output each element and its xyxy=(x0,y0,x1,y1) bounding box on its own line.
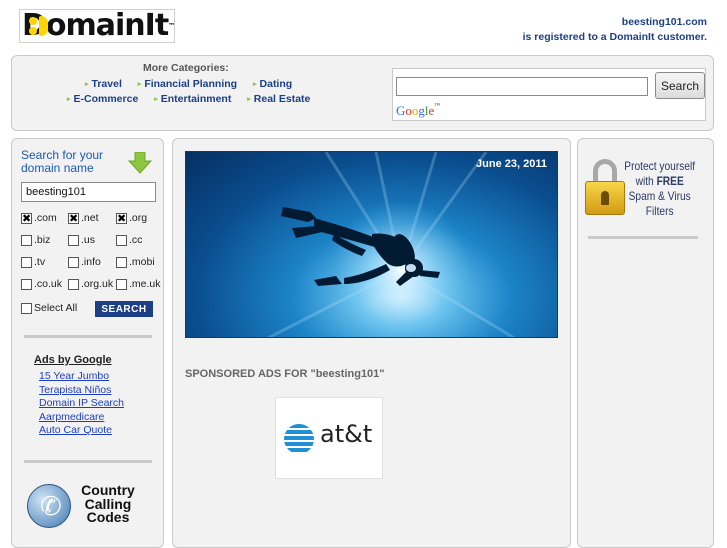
att-sponsored-ad[interactable]: at&t xyxy=(275,397,383,479)
checkbox-icon xyxy=(21,278,32,290)
google-search-box: Search Google™ xyxy=(392,68,706,121)
registration-info: beesting101.com is registered to a Domai… xyxy=(523,15,707,45)
country-calling-codes-banner[interactable]: ✆ Country Calling Codes xyxy=(27,482,157,530)
hero-image-diver: June 23, 2011 xyxy=(185,151,558,338)
ad-link[interactable]: Terapista Niños xyxy=(39,384,111,396)
tld-checkbox-org[interactable]: .org xyxy=(116,212,148,225)
main-content-panel: June 23, 2011 SPONSORED ADS FOR "beestin… xyxy=(172,138,571,548)
arrow-icon: ▸ xyxy=(137,81,142,88)
category-e-commerce[interactable]: ▸ E-Commerce xyxy=(67,93,138,105)
tld-label: .net xyxy=(81,212,99,224)
domain-search-panel: Search for your domain name beesting101 … xyxy=(11,138,164,548)
domain-search-button[interactable]: SEARCH xyxy=(95,301,153,317)
domain-name-input[interactable]: beesting101 xyxy=(21,182,156,202)
google-search-button[interactable]: Search xyxy=(655,72,705,99)
ad-link[interactable]: 15 Year Jumbo xyxy=(39,370,109,382)
domainit-logo[interactable]: DomainIt™ xyxy=(19,9,175,43)
checkbox-icon xyxy=(21,256,32,268)
tld-label: .me.uk xyxy=(129,278,161,290)
checkbox-icon xyxy=(116,278,127,290)
category-real-estate[interactable]: ▸ Real Estate xyxy=(247,93,310,105)
att-logo-text: at&t xyxy=(320,420,373,448)
tld-label: .com xyxy=(34,212,57,224)
domain-search-title: Search for your domain name xyxy=(21,148,104,175)
att-globe-icon xyxy=(284,424,314,454)
checkbox-icon xyxy=(116,256,127,268)
tld-label: .org.uk xyxy=(81,278,114,290)
tld-checkbox-org-uk[interactable]: .org.uk xyxy=(68,278,113,290)
ad-link[interactable]: Auto Car Quote xyxy=(39,424,112,436)
down-arrow-icon xyxy=(128,152,152,174)
checkbox-icon xyxy=(68,234,79,246)
tld-label: .co.uk xyxy=(34,278,63,290)
checkbox-icon xyxy=(21,234,32,246)
tld-checkbox-mobi[interactable]: .mobi xyxy=(116,256,155,268)
checkbox-icon xyxy=(116,234,127,246)
checkbox-icon xyxy=(68,256,79,268)
category-dating[interactable]: ▸ Dating xyxy=(253,78,292,90)
categories-title: More Categories: xyxy=(143,62,229,74)
category-entertainment[interactable]: ▸ Entertainment xyxy=(154,93,231,105)
category-travel[interactable]: ▸ Travel xyxy=(85,78,122,90)
diver-illustration xyxy=(266,152,516,337)
categories-row-1: ▸ Travel ▸ Financial Planning ▸ Dating xyxy=(85,78,305,90)
tld-checkbox-tv[interactable]: .tv xyxy=(21,256,45,268)
categories-bar: More Categories: ▸ Travel ▸ Financial Plan… xyxy=(11,55,714,131)
tld-label: .mobi xyxy=(129,256,155,268)
tld-label: .org xyxy=(129,212,148,224)
arrow-icon: ▸ xyxy=(67,96,71,103)
tld-checkbox-cc[interactable]: .cc xyxy=(116,234,142,246)
google-logo: Google™ xyxy=(396,103,441,118)
divider xyxy=(24,460,152,463)
tld-checkbox-com[interactable]: .com xyxy=(21,212,57,225)
ad-link[interactable]: Domain IP Search xyxy=(39,397,124,409)
select-all-checkbox[interactable]: Select All xyxy=(21,302,77,314)
protect-promo-text[interactable]: Protect yourself with FREE Spam & Virus … xyxy=(624,159,695,219)
country-calling-codes-text: Country Calling Codes xyxy=(81,482,135,525)
checkbox-icon xyxy=(21,302,32,314)
page-header: DomainIt™ beesting101.com is registered … xyxy=(0,0,727,52)
categories-row-2: ▸ E-Commerce ▸ Entertainment ▸ Real Estate xyxy=(67,93,323,105)
registered-text: is registered to a DomainIt customer. xyxy=(522,31,707,43)
divider xyxy=(24,335,152,338)
tld-checkbox-co-uk[interactable]: .co.uk xyxy=(21,278,62,290)
tld-label: .tv xyxy=(34,256,46,268)
sponsored-ads-heading: SPONSORED ADS FOR "beesting101" xyxy=(185,368,385,380)
tld-checkbox-biz[interactable]: .biz xyxy=(21,234,50,246)
category-financial-planning[interactable]: ▸ Financial Planning xyxy=(138,78,237,90)
tld-label: .info xyxy=(81,256,101,268)
telephone-icon: ✆ xyxy=(27,484,71,528)
divider xyxy=(588,236,698,239)
arrow-icon: ▸ xyxy=(85,81,89,88)
ad-link[interactable]: Aarpmedicare xyxy=(39,411,104,423)
tld-checkbox-net[interactable]: .net xyxy=(68,212,99,225)
protect-panel: Protect yourself with FREE Spam & Virus … xyxy=(577,138,714,548)
checked-checkbox-icon xyxy=(21,212,32,225)
tld-label: .us xyxy=(81,234,96,246)
registered-domain: beesting101.com xyxy=(621,16,707,28)
ads-by-google-title[interactable]: Ads by Google xyxy=(34,354,112,366)
checked-checkbox-icon xyxy=(116,212,127,225)
checked-checkbox-icon xyxy=(68,212,79,225)
google-search-input[interactable] xyxy=(396,77,648,96)
tld-checkbox-us[interactable]: .us xyxy=(68,234,95,246)
arrow-icon: ▸ xyxy=(247,96,251,103)
tld-checkbox-info[interactable]: .info xyxy=(68,256,101,268)
arrow-icon: ▸ xyxy=(154,96,158,103)
arrow-icon: ▸ xyxy=(253,81,257,88)
tld-label: .biz xyxy=(34,234,51,246)
padlock-icon xyxy=(585,159,625,217)
tld-checkbox-me-uk[interactable]: .me.uk xyxy=(116,278,161,290)
tld-label: .cc xyxy=(129,234,143,246)
checkbox-icon xyxy=(68,278,79,290)
hero-date: June 23, 2011 xyxy=(476,158,547,170)
